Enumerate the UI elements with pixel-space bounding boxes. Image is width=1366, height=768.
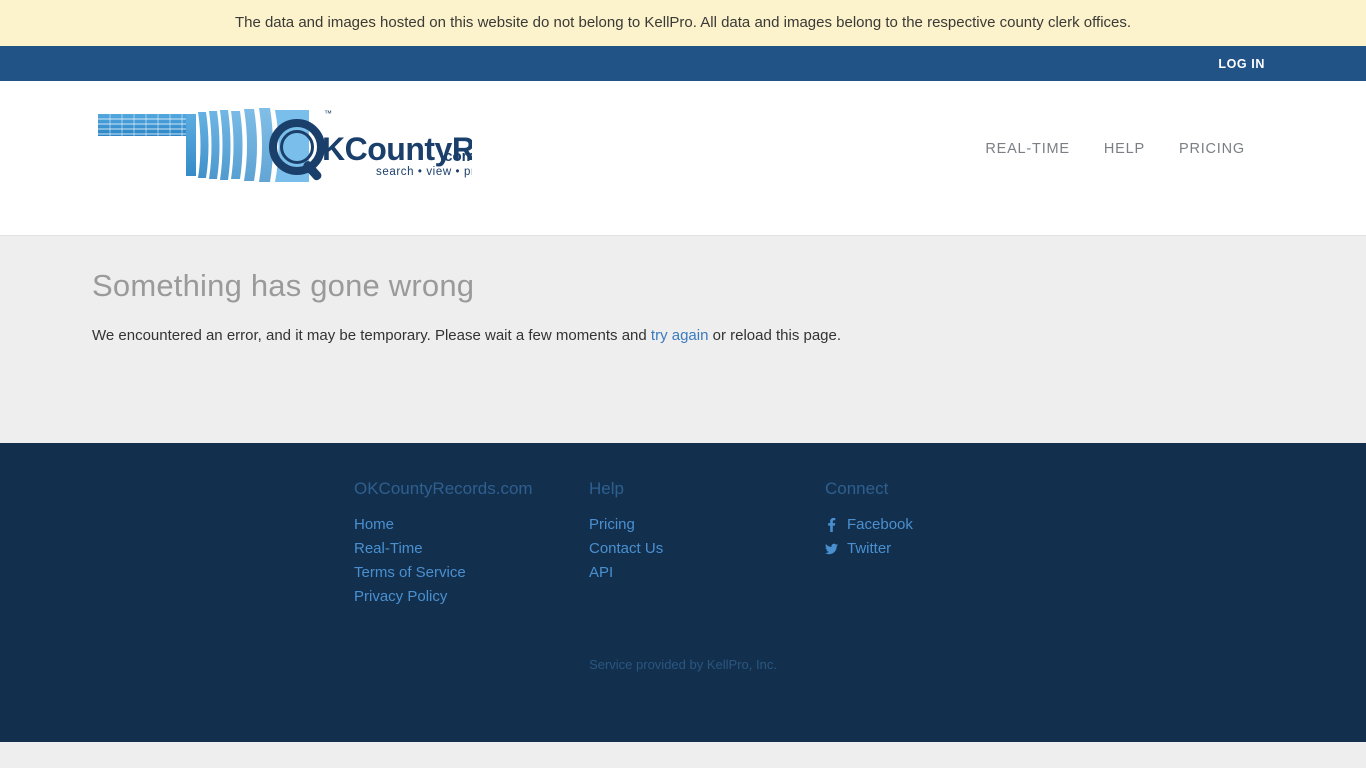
disclaimer-banner: The data and images hosted on this websi…	[0, 0, 1366, 46]
footer-link-home[interactable]: Home	[354, 513, 589, 537]
error-message-suffix: or reload this page.	[708, 327, 842, 344]
site-header: KCountyRecords .com ™ search • view • pr…	[0, 81, 1366, 236]
footer-link-terms-of-service[interactable]: Terms of Service	[354, 561, 589, 585]
nav-item-help[interactable]: HELP	[1087, 141, 1162, 157]
footer-column-okcountyrecords: OKCountyRecords.com Home Real-Time Terms…	[354, 478, 589, 609]
disclaimer-text: The data and images hosted on this websi…	[234, 14, 1132, 31]
top-navigation-bar: LOG IN	[0, 46, 1366, 81]
footer-column-connect: Connect Facebook Twitter	[825, 478, 1025, 609]
footer-link-api[interactable]: API	[589, 561, 825, 585]
footer-link-facebook[interactable]: Facebook	[825, 513, 1025, 537]
site-footer: OKCountyRecords.com Home Real-Time Terms…	[0, 443, 1366, 742]
footer-link-real-time[interactable]: Real-Time	[354, 537, 589, 561]
footer-link-twitter-label: Twitter	[847, 540, 892, 557]
footer-heading-okcountyrecords: OKCountyRecords.com	[354, 479, 533, 498]
okcountyrecords-logo[interactable]: KCountyRecords .com ™ search • view • pr…	[92, 100, 577, 186]
error-message-prefix: We encountered an error, and it may be t…	[92, 327, 651, 344]
footer-link-pricing[interactable]: Pricing	[589, 513, 825, 537]
footer-link-privacy-policy[interactable]: Privacy Policy	[354, 585, 589, 609]
twitter-icon	[825, 543, 838, 555]
footer-column-help: Help Pricing Contact Us API	[589, 478, 825, 609]
main-navigation: REAL-TIME HELP PRICING	[968, 141, 1262, 157]
log-in-link[interactable]: LOG IN	[1218, 57, 1265, 71]
try-again-link[interactable]: try again	[651, 327, 709, 344]
facebook-icon	[825, 518, 838, 532]
nav-item-pricing[interactable]: PRICING	[1162, 141, 1262, 157]
nav-item-real-time[interactable]: REAL-TIME	[968, 141, 1087, 157]
svg-text:.com: .com	[440, 148, 472, 165]
footer-heading-help: Help	[589, 479, 624, 498]
footer-link-facebook-label: Facebook	[847, 516, 913, 533]
footer-columns: OKCountyRecords.com Home Real-Time Terms…	[0, 443, 1366, 609]
page-title: Something has gone wrong	[92, 268, 475, 303]
footer-heading-connect: Connect	[825, 479, 889, 498]
footer-link-twitter[interactable]: Twitter	[825, 537, 1025, 561]
svg-text:search • view • print: search • view • print	[376, 166, 472, 178]
error-message: We encountered an error, and it may be t…	[92, 326, 1366, 346]
svg-text:™: ™	[324, 109, 332, 118]
error-content-area: Something has gone wrong We encountered …	[0, 236, 1366, 443]
footer-credit: Service provided by KellPro, Inc.	[589, 657, 777, 672]
footer-link-contact-us[interactable]: Contact Us	[589, 537, 825, 561]
